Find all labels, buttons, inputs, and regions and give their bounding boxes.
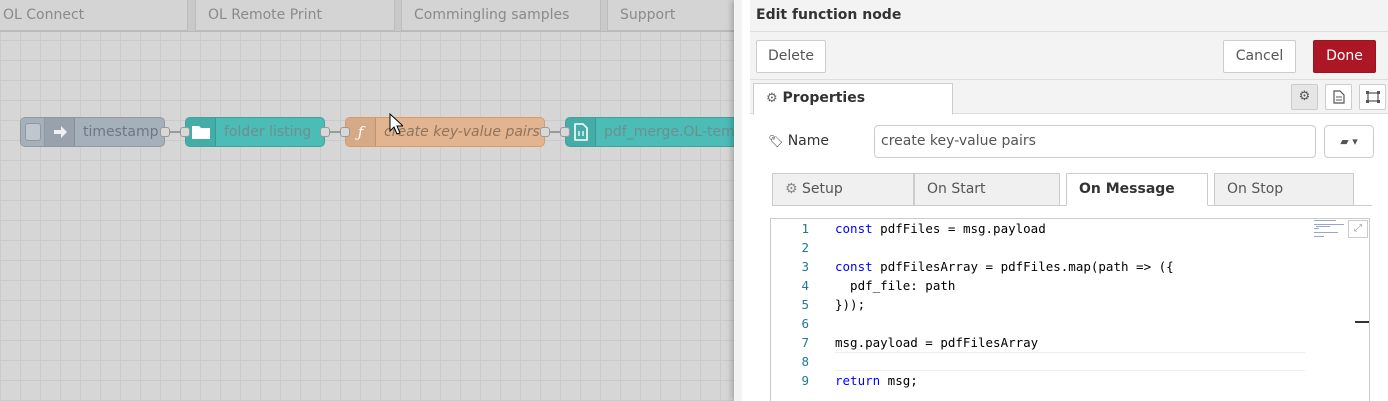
name-label: 🏷 Name — [768, 125, 829, 157]
line-number: 2 — [801, 240, 809, 255]
node-settings-gear-button[interactable]: ⚙ — [1291, 84, 1318, 110]
node-label: folder listing — [224, 124, 312, 140]
description-button[interactable] — [1325, 84, 1352, 110]
code-line: pdf_file: path — [835, 278, 956, 293]
code-line: const pdfFilesArray = pdfFiles.map(path … — [835, 259, 1174, 274]
tab-ol-connect[interactable]: OL Connect — [0, 0, 188, 31]
gear-icon: ⚙ — [766, 91, 778, 106]
edit-function-node-panel: Edit function node Delete Cancel Done ⚙ … — [734, 0, 1388, 401]
expand-icon: ⤢ — [1354, 223, 1362, 234]
file-text-icon — [1332, 90, 1345, 104]
cancel-button[interactable]: Cancel — [1223, 40, 1296, 73]
line-number: 3 — [801, 259, 809, 274]
tab-on-message[interactable]: On Message — [1066, 173, 1208, 206]
node-create-key-value-pairs[interactable]: ƒ create key-value pairs — [345, 117, 545, 147]
line-number: 5 — [801, 297, 809, 312]
output-port[interactable] — [540, 127, 550, 137]
node-label: pdf_merge.OL-templa — [604, 124, 734, 140]
node-label: timestamp — [83, 124, 159, 140]
panel-title: Edit function node — [750, 0, 1388, 32]
code-editor[interactable]: 1 2 3 4 5 6 7 8 9 const pdfFiles = msg.p… — [770, 218, 1370, 401]
tab-setup[interactable]: ⚙ Setup — [772, 173, 914, 206]
node-pdf-merge[interactable]: pdf_merge.OL-templa — [565, 117, 734, 147]
output-port[interactable] — [160, 127, 170, 137]
mouse-cursor-icon — [389, 113, 403, 135]
line-number: 9 — [801, 373, 809, 388]
input-port[interactable] — [340, 127, 350, 137]
tag-icon: 🏷 — [768, 134, 784, 148]
code-line: })); — [835, 297, 866, 312]
caret-down-icon: ▾ — [1352, 135, 1358, 148]
input-port[interactable] — [560, 127, 570, 137]
flow-workspace[interactable]: OL Connect OL Remote Print Commingling s… — [0, 0, 734, 401]
inject-node-timestamp[interactable]: timestamp — [20, 117, 165, 147]
node-label: create key-value pairs — [384, 124, 540, 140]
library-dropdown-button[interactable]: ▰ ▾ — [1324, 125, 1374, 158]
tab-on-start[interactable]: On Start — [914, 173, 1060, 206]
appearance-button[interactable] — [1359, 84, 1386, 110]
line-number: 1 — [801, 221, 809, 236]
tab-on-stop[interactable]: On Stop — [1214, 173, 1354, 206]
code-line: msg.payload = pdfFilesArray — [835, 335, 1039, 350]
line-number: 4 — [801, 278, 809, 293]
name-input[interactable]: create key-value pairs — [874, 125, 1316, 158]
gear-icon: ⚙ — [785, 181, 798, 197]
tab-ol-remote-print[interactable]: OL Remote Print — [195, 0, 395, 31]
function-icon: ƒ — [346, 118, 376, 146]
tab-properties-label: Properties — [782, 90, 866, 106]
scrollbar-marker[interactable] — [1355, 321, 1369, 323]
code-line: const pdfFiles = msg.payload — [835, 221, 1046, 236]
tab-commingling-samples[interactable]: Commingling samples — [401, 0, 601, 31]
code-line: return msg; — [835, 373, 918, 388]
workspace-tabbar: OL Connect OL Remote Print Commingling s… — [0, 0, 734, 32]
tab-support[interactable]: Support — [607, 0, 734, 31]
function-sub-tabs: ⚙ Setup On Start On Message On Stop — [772, 173, 1372, 206]
panel-tabs: ⚙ Properties ⚙ — [750, 80, 1388, 115]
line-number: 7 — [801, 335, 809, 350]
expand-editor-button[interactable]: ⤢ — [1348, 220, 1368, 238]
tab-properties[interactable]: ⚙ Properties — [753, 83, 953, 115]
inject-trigger-button[interactable] — [21, 118, 45, 146]
folder-icon — [186, 118, 216, 146]
gear-icon: ⚙ — [1298, 89, 1311, 104]
panel-toolbar: Delete Cancel Done — [750, 32, 1388, 80]
line-number: 6 — [801, 316, 809, 331]
name-label-text: Name — [787, 133, 829, 149]
name-row: 🏷 Name create key-value pairs ▰ ▾ — [768, 125, 1378, 159]
arrow-right-icon — [45, 118, 75, 146]
done-button[interactable]: Done — [1313, 40, 1376, 73]
line-number: 8 — [801, 354, 809, 369]
tab-setup-label: Setup — [802, 181, 843, 197]
node-appearance-icon — [1365, 91, 1380, 103]
file-js-icon — [566, 118, 596, 146]
input-port[interactable] — [180, 127, 190, 137]
book-icon: ▰ — [1340, 135, 1349, 148]
current-line-highlight — [835, 352, 1305, 371]
output-port[interactable] — [320, 127, 330, 137]
line-number-gutter: 1 2 3 4 5 6 7 8 9 — [771, 219, 827, 401]
node-folder-listing[interactable]: folder listing — [185, 117, 325, 147]
delete-button[interactable]: Delete — [756, 40, 826, 73]
